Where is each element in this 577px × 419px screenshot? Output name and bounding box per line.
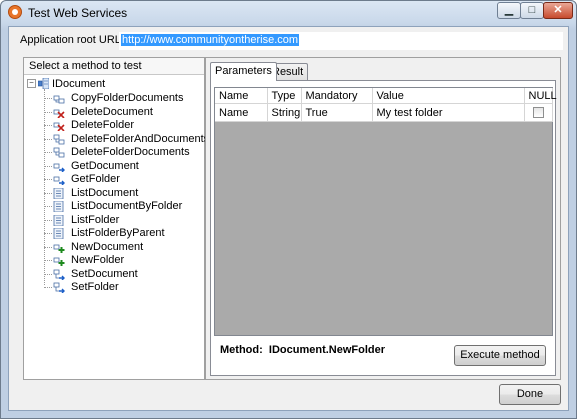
tree-item-label: CopyFolderDocuments xyxy=(71,92,184,104)
new-icon xyxy=(53,257,65,266)
tree-item-label: GetDocument xyxy=(71,159,139,172)
column-header-null[interactable]: NULL xyxy=(524,88,557,104)
tree-item-label: GetFolder xyxy=(71,173,120,185)
tree-connector xyxy=(44,138,52,140)
column-header-type[interactable]: Type xyxy=(267,88,302,104)
method-value: IDocument.NewFolder xyxy=(268,344,386,356)
cell-null[interactable] xyxy=(524,103,553,122)
app-window: Test Web Services ▁ □ ✕ Application root… xyxy=(0,0,577,419)
done-button[interactable]: Done xyxy=(499,384,561,405)
maximize-button[interactable]: □ xyxy=(520,2,544,19)
tree-connector xyxy=(44,233,52,234)
list-icon xyxy=(53,187,64,199)
minimize-button[interactable]: ▁ xyxy=(497,2,521,19)
tree-root-label: IDocument xyxy=(52,78,106,90)
method-tree-header: Select a method to test xyxy=(24,58,204,75)
tree-connector xyxy=(44,206,52,207)
column-header-mandatory[interactable]: Mandatory xyxy=(301,88,373,104)
tree-connector xyxy=(44,152,52,153)
set-icon xyxy=(53,269,65,280)
list-icon xyxy=(53,201,64,212)
collapse-icon[interactable]: − xyxy=(27,79,36,88)
tree-item-label: SetDocument xyxy=(71,267,138,280)
tree-guide-line xyxy=(44,89,45,285)
tree-connector xyxy=(44,219,52,221)
tree-connector xyxy=(44,165,52,167)
url-label: Application root URL: xyxy=(20,34,124,46)
method-tree[interactable]: − IDocument CopyFolderDocuments DeleteDoc… xyxy=(24,75,209,375)
delete-icon xyxy=(53,109,65,118)
tree-item-label: DeleteFolderAndDocuments xyxy=(71,132,210,145)
parameters-grid[interactable]: Name Type Mandatory Value NULL Name Stri… xyxy=(214,87,557,336)
copy-icon xyxy=(53,95,65,104)
list-icon xyxy=(53,214,64,226)
window-title: Test Web Services xyxy=(28,6,128,20)
get-icon xyxy=(53,163,65,172)
tree-item-label: DeleteDocument xyxy=(71,105,153,118)
delete-icon xyxy=(53,122,65,131)
get-icon xyxy=(53,176,65,185)
tree-item-label: ListFolderByParent xyxy=(71,227,165,239)
tree-item-label: DeleteFolderDocuments xyxy=(71,146,190,158)
tree-connector xyxy=(44,125,52,126)
delete-multi-icon xyxy=(53,134,65,144)
close-button[interactable]: ✕ xyxy=(543,2,573,19)
execute-method-button[interactable]: Execute method xyxy=(454,345,546,366)
column-header-value[interactable]: Value xyxy=(372,88,525,104)
tree-item-label: ListDocument xyxy=(71,186,139,199)
method-tree-panel: Select a method to test − IDocument Copy… xyxy=(23,57,209,380)
tree-connector xyxy=(44,192,52,194)
url-combobox[interactable]: http://www.communityontherise.com ▼ xyxy=(119,32,563,50)
cell-mandatory: True xyxy=(301,103,373,122)
tree-item-label: NewDocument xyxy=(71,240,144,253)
tree-connector xyxy=(44,273,52,275)
interface-icon xyxy=(38,78,49,89)
selected-method: Method: IDocument.NewFolder xyxy=(220,344,385,356)
tree-connector xyxy=(44,246,52,248)
tree-item-label: NewFolder xyxy=(71,254,125,266)
table-row[interactable]: Name String True My test folder xyxy=(215,103,553,122)
cell-value[interactable]: My test folder xyxy=(372,103,525,122)
tree-connector xyxy=(44,179,52,180)
title-bar[interactable]: Test Web Services ▁ □ ✕ xyxy=(1,1,576,25)
tree-item-label: SetFolder xyxy=(71,281,119,293)
cell-name: Name xyxy=(215,103,268,122)
url-value[interactable]: http://www.communityontherise.com xyxy=(121,34,300,46)
test-panel: Parameters Result Name Type Mandatory Va… xyxy=(205,57,561,380)
tree-item-label: ListFolder xyxy=(71,213,120,226)
column-header-name[interactable]: Name xyxy=(215,88,268,104)
tree-item-label: ListDocumentByFolder xyxy=(71,200,183,212)
tree-item-label: DeleteFolder xyxy=(71,119,134,131)
dialog-body: Application root URL: http://www.communi… xyxy=(8,26,569,411)
app-logo-icon xyxy=(8,5,22,19)
grid-header-row: Name Type Mandatory Value NULL xyxy=(215,88,557,104)
delete-multi-icon xyxy=(53,147,65,158)
tree-connector xyxy=(44,111,52,113)
tab-parameters[interactable]: Parameters xyxy=(210,62,277,81)
new-icon xyxy=(53,244,65,253)
tree-connector xyxy=(44,260,52,261)
parameters-tab-page: Name Type Mandatory Value NULL Name Stri… xyxy=(210,80,557,376)
cell-type: String xyxy=(267,103,302,122)
method-label: Method: xyxy=(220,344,263,356)
list-icon xyxy=(53,228,64,239)
tree-connector xyxy=(44,287,52,288)
null-checkbox[interactable] xyxy=(532,107,544,119)
set-icon xyxy=(53,282,65,293)
tree-connector xyxy=(44,98,52,99)
